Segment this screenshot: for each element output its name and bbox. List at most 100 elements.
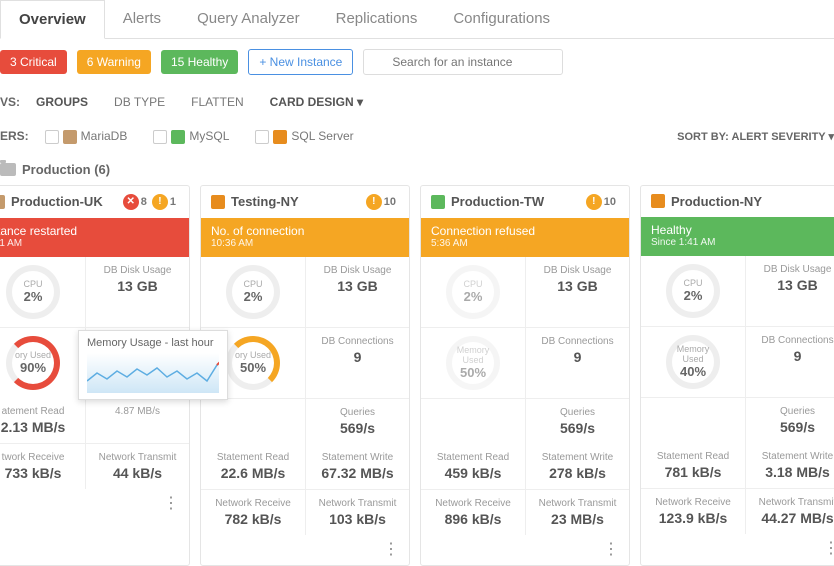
mysql-icon: [431, 195, 445, 209]
view-dbtype[interactable]: DB TYPE: [108, 91, 171, 113]
search-input[interactable]: [363, 49, 563, 75]
metric-cell: Network Receive896 kB/s: [421, 489, 525, 535]
tooltip-title: Memory Usage - last hour: [87, 337, 214, 349]
alert-count: 1: [170, 196, 176, 208]
checkbox[interactable]: [45, 130, 59, 144]
filter-mssql[interactable]: SQL Server: [249, 125, 359, 148]
checkbox[interactable]: [153, 130, 167, 144]
status-title: Connection refused: [431, 224, 619, 238]
metric-cell: Network Transmit23 MB/s: [525, 489, 629, 535]
metrics-bottom: atement Read2.13 MB/s4.87 MB/stwork Rece…: [0, 398, 189, 489]
metric-cell: Network Receive782 kB/s: [201, 489, 305, 535]
metrics-bottom: Statement Read459 kB/sStatement Write278…: [421, 444, 629, 535]
checkbox[interactable]: [255, 130, 269, 144]
status-time: 10:36 AM: [211, 238, 399, 249]
tab-query-analyzer[interactable]: Query Analyzer: [179, 0, 318, 38]
status-time: :41 AM: [0, 238, 179, 249]
badge-critical[interactable]: 3 Critical: [0, 50, 67, 74]
mssql-icon: [651, 194, 665, 208]
mssql-icon: [211, 195, 225, 209]
card-header[interactable]: Production-NY: [641, 186, 834, 217]
metric-cell: Statement Read781 kB/s: [641, 443, 745, 488]
gauge-memory: ory Used90%: [0, 327, 85, 398]
filter-mysql[interactable]: MySQL: [147, 125, 235, 148]
folder-row[interactable]: Production (6): [0, 154, 834, 185]
metric-cell: 4.87 MB/s: [85, 398, 189, 443]
sparkline: [87, 353, 219, 393]
maria-icon: [0, 195, 5, 209]
status-bar: Connection refused5:36 AM: [421, 218, 629, 257]
metric-cell: Network Transmit44 kB/s: [85, 443, 189, 489]
metric-cell: Statement Write67.32 MB/s: [305, 444, 409, 489]
status-time: Since 1:41 AM: [651, 237, 834, 248]
tab-alerts[interactable]: Alerts: [105, 0, 179, 38]
badge-healthy[interactable]: 15 Healthy: [161, 50, 238, 74]
metrics-grid: CPU2%DB Disk Usage13 GBMemory Used50%DB …: [421, 257, 629, 444]
alert-count: 10: [604, 196, 616, 208]
metric-cell: Statement Read22.6 MB/s: [201, 444, 305, 489]
view-carddesign[interactable]: CARD DESIGN ▾: [264, 91, 369, 113]
views-label: VS:: [0, 95, 20, 109]
maria-icon: [63, 130, 77, 144]
card-menu-icon[interactable]: ⋮: [641, 534, 834, 564]
metric-cell: Statement Read459 kB/s: [421, 444, 525, 489]
card-menu-icon[interactable]: ⋮: [0, 489, 189, 519]
card-title: Production-TW: [451, 194, 544, 209]
status-title: Healthy: [651, 223, 834, 237]
gauge-memory: Memory Used50%: [421, 327, 525, 398]
filters-row: ERS: MariaDB MySQL SQL Server SORT BY: ALER…: [0, 119, 834, 154]
gauge-cpu: CPU2%: [641, 256, 745, 326]
view-flatten[interactable]: FLATTEN: [185, 91, 249, 113]
metric-cell: atement Read2.13 MB/s: [0, 398, 85, 443]
badge-warning[interactable]: 6 Warning: [77, 50, 151, 74]
filters-label: ERS:: [0, 129, 29, 143]
tab-replications[interactable]: Replications: [318, 0, 436, 38]
alert-count: 8: [141, 196, 147, 208]
filter-maria[interactable]: MariaDB: [39, 125, 134, 148]
metric-cell: Network Transmit103 kB/s: [305, 489, 409, 535]
gauge-cpu: CPU2%: [421, 257, 525, 327]
status-time: 5:36 AM: [431, 238, 619, 249]
instance-card: Testing-NY!10No. of connection10:36 AMCP…: [200, 185, 410, 566]
card-menu-icon[interactable]: ⋮: [421, 535, 629, 565]
gauge-cpu: CPU2%: [0, 257, 85, 327]
folder-label: Production (6): [22, 162, 110, 177]
status-bar: No. of connection10:36 AM: [201, 218, 409, 257]
tab-overview[interactable]: Overview: [0, 0, 105, 39]
gauge-memory: Memory Used40%: [641, 326, 745, 397]
view-groups[interactable]: GROUPS: [30, 91, 94, 113]
instance-card: Production-NYHealthySince 1:41 AMCPU2%DB…: [640, 185, 834, 566]
folder-icon: [0, 163, 16, 176]
metric-cell: Statement Write278 kB/s: [525, 444, 629, 489]
new-instance-button[interactable]: + New Instance: [248, 49, 353, 75]
status-title: stance restarted: [0, 224, 179, 238]
card-header[interactable]: Testing-NY!10: [201, 186, 409, 218]
metric-cell: Network Receive123.9 kB/s: [641, 488, 745, 534]
metric-cell: Network Transmit44.27 MB/s: [745, 488, 834, 534]
metrics-grid: CPU2%DB Disk Usage13 GBMemory Used40%DB …: [641, 256, 834, 443]
search-wrap: [363, 49, 563, 75]
card-menu-icon[interactable]: ⋮: [201, 535, 409, 565]
card-header[interactable]: Production-UK✕8!1: [0, 186, 189, 218]
status-bar: stance restarted:41 AM: [0, 218, 189, 257]
gauge-cpu: CPU2%: [201, 257, 305, 327]
alert-orange-icon: !: [366, 194, 382, 210]
tab-configurations[interactable]: Configurations: [435, 0, 568, 38]
summary-row: 3 Critical 6 Warning 15 Healthy + New In…: [0, 39, 834, 85]
status-bar: HealthySince 1:41 AM: [641, 217, 834, 256]
mssql-icon: [273, 130, 287, 144]
sort-control[interactable]: SORT BY: ALERT SEVERITY ▾: [677, 130, 834, 143]
instance-card: Production-TW!10Connection refused5:36 A…: [420, 185, 630, 566]
alert-orange-icon: !: [586, 194, 602, 210]
memory-tooltip: Memory Usage - last hour: [78, 330, 228, 400]
status-title: No. of connection: [211, 224, 399, 238]
card-title: Testing-NY: [231, 194, 299, 209]
metric-cell: Statement Write3.18 MB/s: [745, 443, 834, 488]
alert-count: 10: [384, 196, 396, 208]
metrics-grid: CPU2%DB Disk Usage13 GBory Used50%DB Con…: [201, 257, 409, 444]
card-title: Production-UK: [11, 194, 103, 209]
alert-red-icon: ✕: [123, 194, 139, 210]
card-header[interactable]: Production-TW!10: [421, 186, 629, 218]
card-title: Production-NY: [671, 194, 762, 209]
metric-cell: twork Receive733 kB/s: [0, 443, 85, 489]
